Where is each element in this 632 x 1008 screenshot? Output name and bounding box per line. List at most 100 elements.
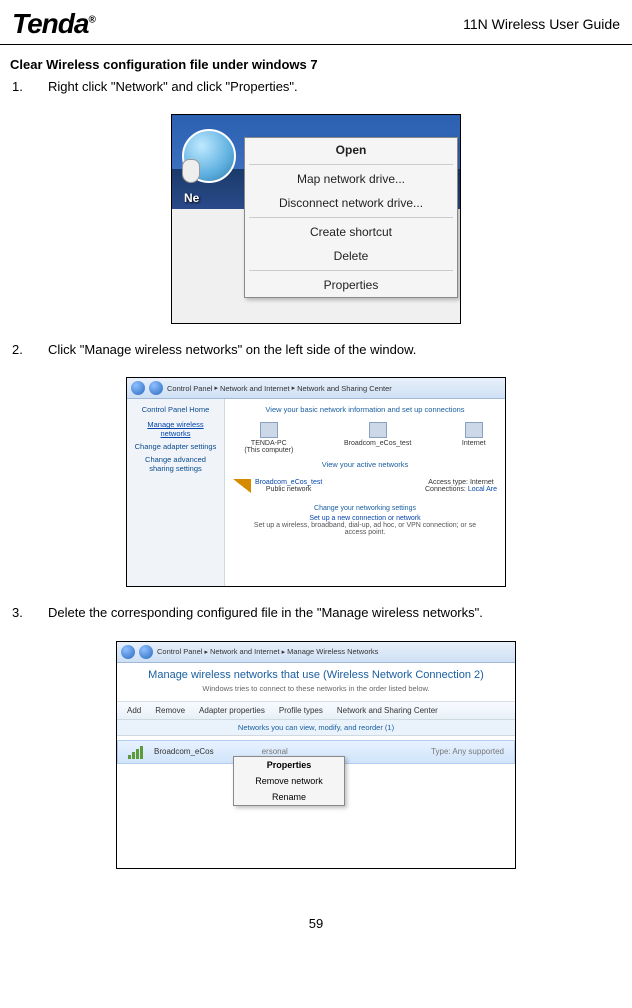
link-advanced-sharing[interactable]: Change advanced sharing settings (132, 455, 219, 473)
conn-value[interactable]: Local Are (468, 486, 497, 493)
link-manage-wireless[interactable]: Manage wireless networks (132, 420, 219, 438)
ctx-map-drive[interactable]: Map network drive... (245, 167, 457, 191)
banner-subtitle: Windows tries to connect to these networ… (127, 684, 505, 693)
breadcrumb: Control Panel▸ Network and Internet▸ Man… (157, 647, 378, 656)
router-icon (369, 422, 387, 438)
fig2-body: Control Panel Home Manage wireless netwo… (127, 399, 505, 587)
breadcrumb: Control Panel▸ Network and Internet▸ Net… (167, 384, 392, 393)
active-network-type: Public network (255, 486, 322, 493)
change-heading: Change your networking settings (233, 505, 497, 512)
ctx-properties[interactable]: Properties (245, 273, 457, 297)
setup-connection-link[interactable]: Set up a new connection or network (233, 515, 497, 522)
logo: Tenda® (12, 8, 95, 40)
section-title: Clear Wireless configuration file under … (10, 57, 622, 72)
header-title: 11N Wireless User Guide (463, 16, 620, 32)
access-label: Access type: (428, 479, 468, 486)
change-settings-section: Change your networking settings Set up a… (233, 505, 497, 536)
step-number: 2. (10, 341, 48, 359)
forward-button-icon[interactable] (139, 645, 153, 659)
chevron-right-icon: ▸ (292, 384, 296, 392)
fig2-titlebar: Control Panel▸ Network and Internet▸ Net… (127, 378, 505, 399)
toolbar-sharing-center[interactable]: Network and Sharing Center (337, 706, 438, 715)
page-header: Tenda® 11N Wireless User Guide (0, 0, 632, 45)
step-3: 3. Delete the corresponding configured f… (10, 604, 622, 622)
step-1: 1. Right click "Network" and click "Prop… (10, 78, 622, 96)
ctx-open[interactable]: Open (245, 138, 457, 162)
ctx-create-shortcut[interactable]: Create shortcut (245, 220, 457, 244)
toolbar-remove[interactable]: Remove (155, 706, 185, 715)
ctx-remove-network[interactable]: Remove network (234, 773, 344, 789)
figure-2-wrap: Control Panel▸ Network and Internet▸ Net… (10, 377, 622, 590)
active-networks-label: View your active networks (233, 460, 497, 469)
title-prefix: 11N Wireless (463, 16, 549, 32)
step-text: Right click "Network" and click "Propert… (48, 78, 622, 96)
toolbar-add[interactable]: Add (127, 706, 141, 715)
toolbar-adapter-properties[interactable]: Adapter properties (199, 706, 265, 715)
node-internet: Internet (462, 422, 486, 454)
figure-2: Control Panel▸ Network and Internet▸ Net… (126, 377, 506, 587)
step-number: 3. (10, 604, 48, 622)
forward-button-icon[interactable] (149, 381, 163, 395)
breadcrumb-item[interactable]: Control Panel (167, 384, 212, 393)
ctx-sep (249, 270, 453, 271)
node-name: TENDA-PC (251, 440, 287, 447)
step-2: 2. Click "Manage wireless networks" on t… (10, 341, 622, 359)
back-button-icon[interactable] (121, 645, 135, 659)
node-sub: (This computer) (244, 447, 293, 454)
ctx-sep (249, 217, 453, 218)
page-number: 59 (0, 916, 632, 931)
chevron-right-icon: ▸ (282, 648, 286, 656)
step-text: Click "Manage wireless networks" on the … (48, 341, 622, 359)
fig3-titlebar: Control Panel▸ Network and Internet▸ Man… (117, 642, 515, 663)
ctx-properties[interactable]: Properties (234, 757, 344, 773)
ctx-sep (249, 164, 453, 165)
ctx-delete[interactable]: Delete (245, 244, 457, 268)
back-button-icon[interactable] (131, 381, 145, 395)
breadcrumb-item[interactable]: Network and Sharing Center (297, 384, 392, 393)
right-title: View your basic network information and … (233, 405, 497, 414)
chevron-right-icon: ▸ (214, 384, 218, 392)
network-name: Broadcom_eCos (154, 747, 214, 756)
active-network-name[interactable]: Broadcom_eCos_test (255, 479, 322, 486)
toolbar-profile-types[interactable]: Profile types (279, 706, 323, 715)
ctx-rename[interactable]: Rename (234, 789, 344, 805)
context-menu: Open Map network drive... Disconnect net… (244, 137, 458, 298)
logo-text: Tenda (12, 8, 88, 39)
type-label: Type: (431, 747, 451, 756)
link-adapter-settings[interactable]: Change adapter settings (132, 442, 219, 451)
breadcrumb-item[interactable]: Control Panel (157, 647, 202, 656)
fig3-banner: Manage wireless networks that use (Wirel… (117, 663, 515, 702)
banner-title: Manage wireless networks that use (Wirel… (127, 669, 505, 681)
fig2-left-pane: Control Panel Home Manage wireless netwo… (127, 399, 225, 587)
breadcrumb-item[interactable]: Network and Internet (210, 647, 280, 656)
signal-bars-icon (128, 745, 146, 759)
fig3-toolbar: Add Remove Adapter properties Profile ty… (117, 702, 515, 720)
fig2-right-pane: View your basic network information and … (225, 399, 505, 587)
network-map: TENDA-PC (This computer) Broadcom_eCos_t… (233, 422, 497, 454)
group-header: Networks you can view, modify, and reord… (117, 720, 515, 736)
breadcrumb-item[interactable]: Manage Wireless Networks (287, 647, 378, 656)
title-suffix: User Guide (549, 16, 620, 32)
network-list: Broadcom_eCos ersonal Type: Any supporte… (117, 736, 515, 834)
figure-1: Ne Open Map network drive... Disconnect … (171, 114, 461, 324)
network-globe-icon[interactable] (182, 129, 236, 183)
ctx-disconnect-drive[interactable]: Disconnect network drive... (245, 191, 457, 215)
figure-3: Control Panel▸ Network and Internet▸ Man… (116, 641, 516, 869)
breadcrumb-item[interactable]: Network and Internet (220, 384, 290, 393)
node-this-pc: TENDA-PC (This computer) (244, 422, 293, 454)
mouse-icon (182, 159, 200, 183)
figure-3-wrap: Control Panel▸ Network and Internet▸ Man… (10, 641, 622, 872)
figure-1-wrap: Ne Open Map network drive... Disconnect … (10, 114, 622, 327)
internet-icon (465, 422, 483, 438)
setup-desc2: access point. (233, 529, 497, 536)
left-heading: Control Panel Home (132, 405, 219, 414)
node-name: Internet (462, 440, 486, 447)
context-menu: Properties Remove network Rename (233, 756, 345, 806)
page-content: Clear Wireless configuration file under … (0, 45, 632, 898)
signal-icon (233, 479, 251, 493)
setup-desc: Set up a wireless, broadband, dial-up, a… (233, 522, 497, 529)
type-value: Any supported (452, 747, 504, 756)
node-name: Broadcom_eCos_test (344, 440, 411, 447)
access-value: Internet (470, 479, 494, 486)
chevron-right-icon: ▸ (204, 648, 208, 656)
